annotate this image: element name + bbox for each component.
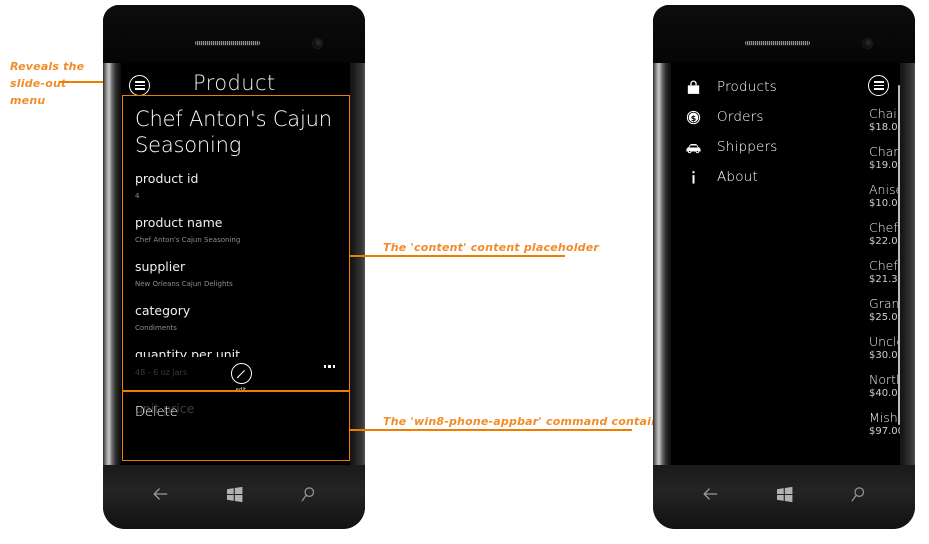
appbar-edit-button[interactable]: edit xyxy=(225,363,257,393)
list-item[interactable]: Chang $19.00 xyxy=(869,144,900,172)
list-item[interactable]: Chef $21.35 xyxy=(869,258,900,286)
ellipsis-icon[interactable] xyxy=(323,365,335,368)
list-item-name: Chef xyxy=(869,258,898,273)
content-placeholder: Chef Anton's Cajun Seasoning product id … xyxy=(129,102,343,357)
phone-device-detail: Product Chef Anton's Cajun Seasoning pro… xyxy=(103,5,365,529)
list-item[interactable]: Northwoods $40.00 xyxy=(869,372,900,400)
car-icon xyxy=(683,137,703,157)
appbar-edit-caption: edit xyxy=(235,387,247,393)
info-icon xyxy=(683,167,703,187)
phone2-front-camera xyxy=(862,38,873,49)
list-item[interactable]: Chef $22.00 xyxy=(869,220,900,248)
page-title: Product xyxy=(193,71,276,95)
annotation-appbar-leader xyxy=(350,429,382,431)
list-item-name: Uncle xyxy=(869,334,900,349)
menu-item-shippers-label: Shippers xyxy=(717,139,778,155)
list-item[interactable]: Chai $18.00 xyxy=(869,106,900,134)
list-item-name: Chang xyxy=(869,144,900,159)
field-supplier-value: New Orleans Cajun Delights xyxy=(135,280,233,288)
product-heading: Chef Anton's Cajun Seasoning xyxy=(135,107,332,157)
phone2-top-bezel xyxy=(653,5,915,63)
list-item[interactable]: Grandma $25.00 xyxy=(869,296,900,324)
list-item-name: Chef xyxy=(869,220,898,235)
field-product-id-value: 4 xyxy=(135,192,140,200)
list-item-price: $19.00 xyxy=(869,160,900,171)
menu-item-about[interactable]: About xyxy=(683,167,758,187)
hamburger-icon[interactable] xyxy=(868,75,889,96)
menu-item-orders[interactable]: $ Orders xyxy=(683,107,764,127)
field-supplier-label: supplier xyxy=(135,259,186,274)
field-quantity-per-unit-label: quantity per unit xyxy=(135,347,241,357)
product-list[interactable]: Chai $18.00 Chang $19.00 Anise $10.00 Ch… xyxy=(869,106,900,465)
list-item-name: Anise xyxy=(869,182,900,197)
list-item-price: $21.35 xyxy=(869,274,900,285)
menu-item-products-label: Products xyxy=(717,79,777,95)
menu-item-orders-label: Orders xyxy=(717,109,764,125)
search-icon[interactable] xyxy=(849,485,868,504)
annotation-content-leader xyxy=(350,255,382,257)
menu-item-shippers[interactable]: Shippers xyxy=(683,137,778,157)
list-item-price: $30.00 xyxy=(869,350,900,361)
phone2-screen: Products $ Orders Shippers About Chai $1… xyxy=(671,63,900,465)
list-item-price: $25.00 xyxy=(869,312,900,323)
menu-item-products[interactable]: Products xyxy=(683,77,777,97)
list-item-name: Chai xyxy=(869,106,897,121)
phone2-speaker-grille xyxy=(745,41,810,45)
phone2-system-navbar xyxy=(673,477,895,511)
windows-start-icon[interactable] xyxy=(775,485,794,504)
screenshot-root: Reveals the slide-out menu Product Chef … xyxy=(0,0,929,544)
field-product-id-label: product id xyxy=(135,171,199,186)
phone-device-menu: Products $ Orders Shippers About Chai $1… xyxy=(653,5,915,529)
phone1-speaker-grille xyxy=(195,41,260,45)
annotation-menu-text: Reveals the slide-out menu xyxy=(10,60,85,107)
list-item-price: $97.00 xyxy=(869,426,900,437)
list-item[interactable]: Uncle $30.00 xyxy=(869,334,900,362)
shopping-bag-icon xyxy=(683,77,703,97)
appbar-menu-item-delete[interactable]: Delete xyxy=(135,405,178,420)
win8-phone-appbar: edit Delete xyxy=(129,359,343,426)
edit-pencil-icon xyxy=(230,363,252,384)
field-category-label: category xyxy=(135,303,191,318)
annotation-content-text: The 'content' content placeholder xyxy=(383,241,600,254)
svg-text:$: $ xyxy=(690,113,695,122)
list-item-name: Mishi xyxy=(869,410,900,425)
list-item-price: $10.00 xyxy=(869,198,900,209)
field-product-name-value: Chef Anton's Cajun Seasoning xyxy=(135,236,241,244)
back-arrow-icon[interactable] xyxy=(150,484,170,504)
back-arrow-icon[interactable] xyxy=(700,484,720,504)
hamburger-icon[interactable] xyxy=(129,75,150,96)
list-item-price: $22.00 xyxy=(869,236,900,247)
list-scrollbar[interactable] xyxy=(898,85,900,425)
list-item-price: $40.00 xyxy=(869,388,900,399)
list-item[interactable]: Mishi $97.00 xyxy=(869,410,900,438)
annotation-content-underline xyxy=(380,255,565,257)
annotation-appbar-underline xyxy=(380,429,632,431)
phone1-top-bezel xyxy=(103,5,365,63)
list-item-name: Northwoods xyxy=(869,372,900,387)
list-item-price: $18.00 xyxy=(869,122,900,133)
phone1-screen: Product Chef Anton's Cajun Seasoning pro… xyxy=(121,63,350,465)
dollar-coin-icon: $ xyxy=(683,107,703,127)
annotation-appbar-text: The 'win8-phone-appbar' command containe… xyxy=(383,415,673,428)
search-icon[interactable] xyxy=(299,485,318,504)
list-item[interactable]: Anise $10.00 xyxy=(869,182,900,210)
menu-item-about-label: About xyxy=(717,169,758,185)
field-product-name-label: product name xyxy=(135,215,223,230)
windows-start-icon[interactable] xyxy=(225,485,244,504)
field-category-value: Condiments xyxy=(135,324,177,332)
slide-out-menu: Products $ Orders Shippers About xyxy=(671,63,821,465)
phone1-front-camera xyxy=(312,38,323,49)
list-item-name: Grandma xyxy=(869,296,900,311)
phone1-system-navbar xyxy=(123,477,345,511)
